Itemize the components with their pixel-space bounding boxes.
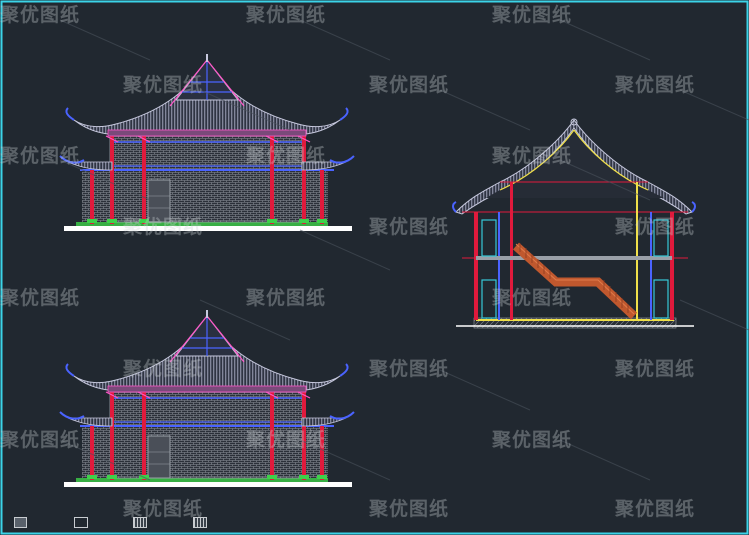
section-drawing xyxy=(452,118,696,329)
layout-tab-3[interactable] xyxy=(133,517,147,528)
drawing-canvas[interactable] xyxy=(0,0,749,535)
layout-tab-2[interactable] xyxy=(74,517,88,528)
layout-tab-1[interactable] xyxy=(14,517,27,528)
stair-drawing xyxy=(512,242,638,320)
front-elevation-drawing xyxy=(59,53,355,232)
layout-tab-4[interactable] xyxy=(193,517,207,528)
side-elevation-drawing xyxy=(59,309,355,488)
